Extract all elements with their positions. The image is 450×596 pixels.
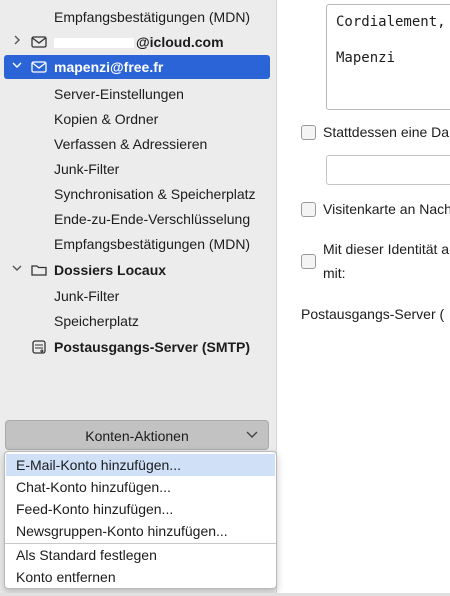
menu-item-add-chat-account[interactable]: Chat-Konto hinzufügen... bbox=[6, 476, 275, 498]
identity-label: Mit dieser Identität a bbox=[323, 241, 450, 257]
account-settings-pane: Cordialement, Mapenzi Stattdessen eine Da… bbox=[277, 0, 450, 596]
sidebar-item-e2e-encryption[interactable]: Ende-zu-Ende-Verschlüsselung bbox=[0, 207, 276, 231]
menu-item-add-newsgroup-account[interactable]: Newsgruppen-Konto hinzufügen... bbox=[6, 520, 275, 542]
menu-item-add-feed-account[interactable]: Feed-Konto hinzufügen... bbox=[6, 498, 275, 520]
chevron-down-icon[interactable] bbox=[10, 258, 24, 282]
sidebar-item-label: Verfassen & Adressieren bbox=[54, 136, 208, 152]
outgoing-server-icon bbox=[32, 340, 46, 354]
sidebar-item-label: Ende-zu-Ende-Verschlüsselung bbox=[54, 211, 251, 227]
account-label: @icloud.com bbox=[54, 30, 224, 54]
use-file-label: Stattdessen eine Da bbox=[323, 124, 450, 140]
sidebar-item-label: Junk-Filter bbox=[54, 161, 120, 177]
signature-line: Mapenzi bbox=[336, 50, 396, 66]
account-actions-button[interactable]: Konten-Aktionen bbox=[5, 420, 269, 450]
menu-item-remove-account[interactable]: Konto entfernen bbox=[6, 566, 275, 588]
menu-item-set-default[interactable]: Als Standard festlegen bbox=[6, 544, 275, 566]
menu-item-add-mail-account[interactable]: E-Mail-Konto hinzufügen... bbox=[6, 454, 275, 476]
sidebar-item-icloud-mdn[interactable]: Empfangsbestätigungen (MDN) bbox=[0, 5, 276, 29]
sidebar-item-label: Synchronisation & Speicherplatz bbox=[54, 186, 256, 202]
sidebar-item-local-storage[interactable]: Speicherplatz bbox=[0, 309, 276, 333]
chevron-right-icon[interactable] bbox=[10, 30, 24, 54]
identity-checkbox[interactable] bbox=[301, 254, 316, 269]
chevron-down-icon[interactable] bbox=[10, 55, 24, 79]
sidebar-item-label: Speicherplatz bbox=[54, 313, 139, 329]
signature-line: Cordialement, bbox=[336, 14, 446, 30]
use-file-checkbox[interactable] bbox=[301, 125, 316, 140]
account-actions-label: Konten-Aktionen bbox=[85, 428, 189, 444]
sidebar-account-local-folders[interactable]: Dossiers Locaux bbox=[0, 258, 276, 282]
sidebar-item-copies-folders[interactable]: Kopien & Ordner bbox=[0, 107, 276, 131]
sidebar-item-smtp[interactable]: Postausgangs-Server (SMTP) bbox=[0, 335, 276, 359]
sidebar-item-receipts[interactable]: Empfangsbestätigungen (MDN) bbox=[0, 232, 276, 256]
sidebar-item-label: Empfangsbestätigungen (MDN) bbox=[54, 9, 251, 25]
account-label: Dossiers Locaux bbox=[54, 262, 167, 278]
sidebar-item-server-settings[interactable]: Server-Einstellungen bbox=[0, 82, 276, 106]
sidebar-item-label: Kopien & Ordner bbox=[54, 111, 159, 127]
sidebar-item-composition[interactable]: Verfassen & Adressieren bbox=[0, 132, 276, 156]
attach-vcard-label: Visitenkarte an Nach bbox=[323, 201, 450, 217]
attach-vcard-checkbox[interactable] bbox=[301, 202, 316, 217]
identity-label-cont: mit: bbox=[323, 265, 346, 281]
account-label: mapenzi@free.fr bbox=[54, 59, 164, 75]
account-label: Postausgangs-Server (SMTP) bbox=[54, 339, 251, 355]
chevron-down-icon bbox=[246, 431, 258, 438]
sidebar-account-icloud[interactable]: @icloud.com bbox=[0, 30, 276, 54]
folder-icon bbox=[31, 265, 47, 276]
redaction-bar bbox=[54, 38, 134, 49]
sidebar-item-local-junk-filter[interactable]: Junk-Filter bbox=[0, 284, 276, 308]
sidebar-item-label: Junk-Filter bbox=[54, 288, 120, 304]
sidebar-item-label: Empfangsbestätigungen (MDN) bbox=[54, 236, 251, 252]
account-actions-menu: E-Mail-Konto hinzufügen... Chat-Konto hi… bbox=[4, 451, 277, 589]
mail-account-icon bbox=[31, 36, 47, 48]
sidebar-item-label: Server-Einstellungen bbox=[54, 86, 184, 102]
sidebar-item-junk-filter[interactable]: Junk-Filter bbox=[0, 157, 276, 181]
smtp-server-label: Postausgangs-Server ( bbox=[301, 306, 445, 322]
signature-textarea[interactable]: Cordialement, Mapenzi bbox=[326, 4, 450, 110]
sidebar-item-sync-storage[interactable]: Synchronisation & Speicherplatz bbox=[0, 182, 276, 206]
signature-file-input[interactable] bbox=[326, 155, 450, 185]
mail-account-icon bbox=[31, 61, 47, 73]
sidebar-account-free[interactable]: mapenzi@free.fr bbox=[4, 55, 270, 79]
